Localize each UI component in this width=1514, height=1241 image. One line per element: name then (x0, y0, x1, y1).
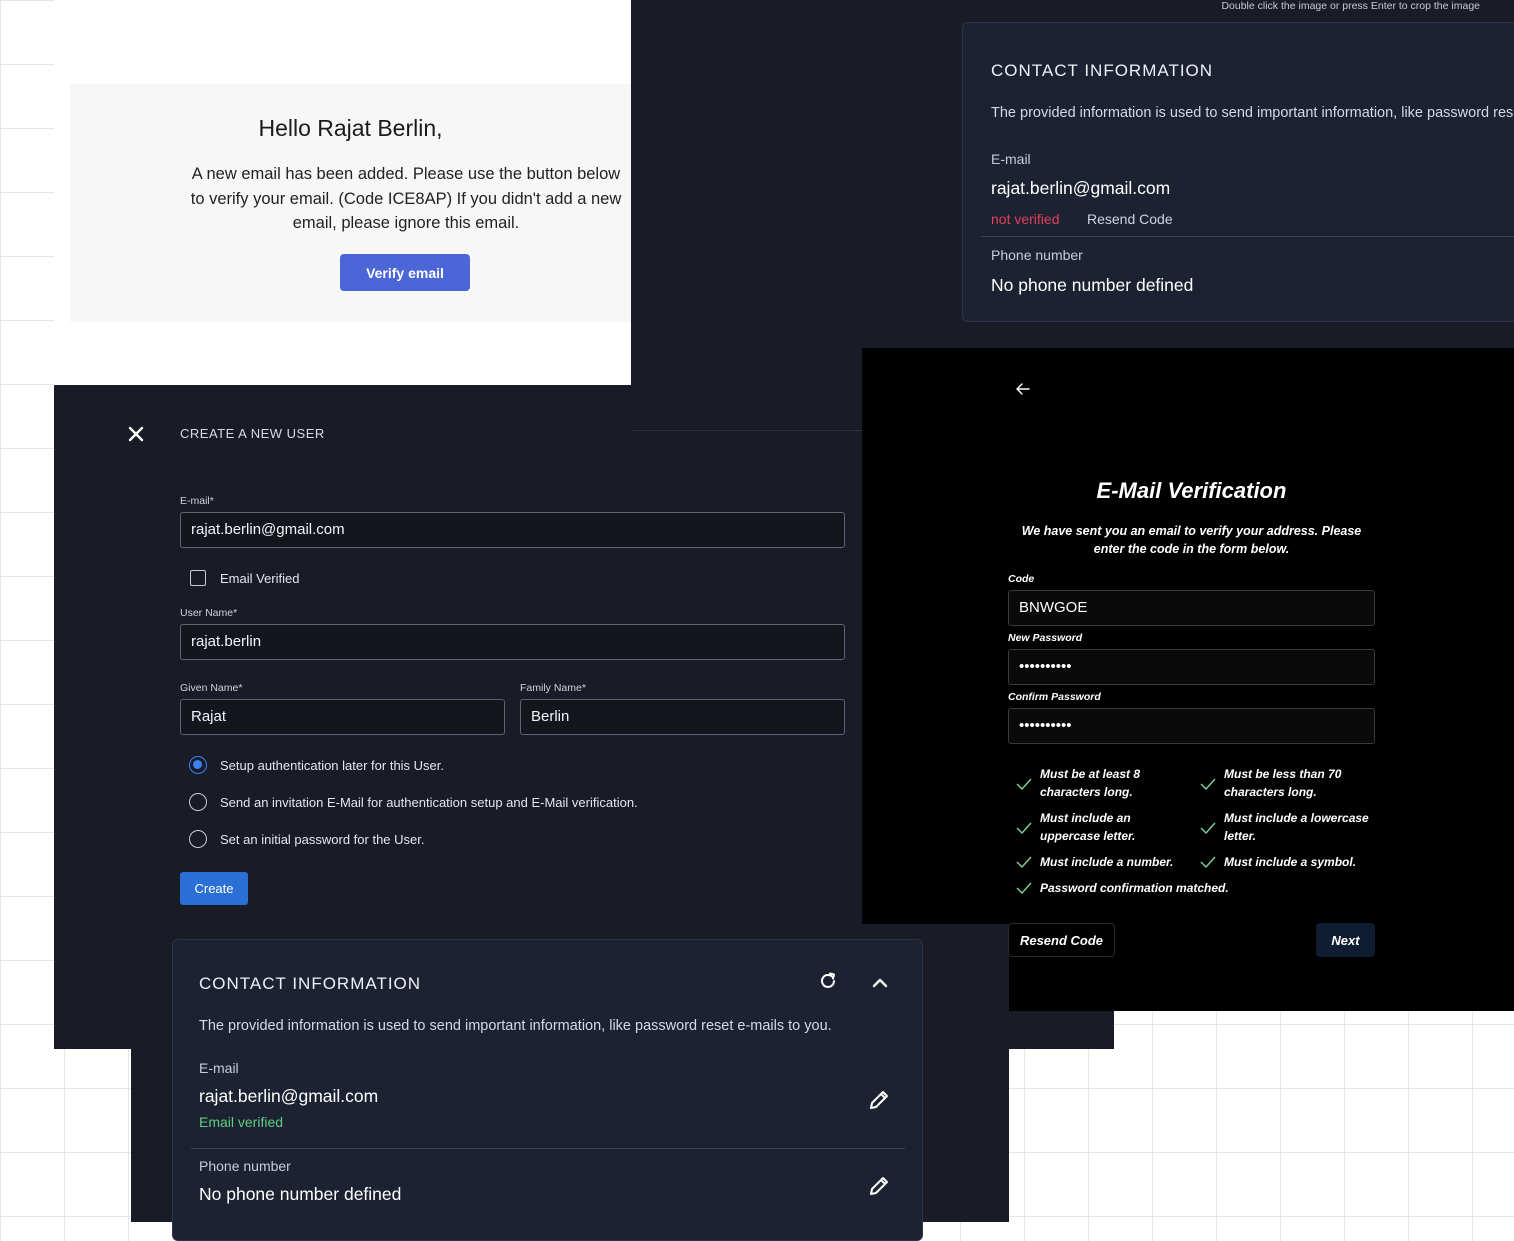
radio-setup-later-label: Setup authentication later for this User… (220, 758, 445, 773)
family-name-input[interactable]: Berlin (520, 699, 845, 735)
contact-title: CONTACT INFORMATION (991, 61, 1214, 80)
email-greeting: Hello Rajat Berlin, (258, 115, 443, 141)
email-verified-label: Email Verified (220, 571, 300, 586)
verification-description: We have sent you an email to verify your… (1021, 524, 1362, 556)
given-name-label: Given Name* (180, 682, 243, 694)
phone-value: No phone number defined (991, 275, 1194, 295)
email-label: E-mail (199, 1060, 239, 1076)
phone-label: Phone number (991, 247, 1083, 263)
check-icon (1016, 856, 1032, 868)
radio-initial-password-label: Set an initial password for the User. (220, 832, 425, 847)
next-button[interactable]: Next (1316, 923, 1375, 957)
crop-hint-text: Double click the image or press Enter to… (1221, 0, 1480, 12)
verify-email-button[interactable]: Verify email (340, 254, 470, 291)
check-icon (1200, 822, 1216, 834)
email-content: Hello Rajat Berlin, A new email has been… (70, 84, 631, 322)
confirm-password-label: Confirm Password (1008, 691, 1101, 703)
check-icon (1016, 882, 1032, 894)
dialog-title: CREATE A NEW USER (180, 426, 325, 441)
email-status-verified: Email verified (199, 1114, 284, 1130)
confirm-password-input[interactable]: •••••••••• (1008, 708, 1375, 744)
dialog-header-divider (631, 430, 863, 431)
email-value: rajat.berlin@gmail.com (199, 1086, 379, 1106)
requirement-confirmation: Password confirmation matched. (1040, 881, 1229, 895)
refresh-icon[interactable] (817, 970, 839, 992)
requirement-max-length: Must be less than 70 characters long. (1224, 767, 1342, 799)
pencil-icon[interactable] (867, 1174, 891, 1198)
code-input[interactable]: BNWGOE (1008, 590, 1375, 626)
requirement-uppercase: Must include an uppercase letter. (1040, 811, 1136, 843)
divider (981, 236, 1514, 237)
verification-title: E-Mail Verification (1096, 478, 1287, 503)
verification-email-card: Hello Rajat Berlin, A new email has been… (54, 0, 631, 385)
requirement-lowercase: Must include a lowercase letter. (1224, 811, 1369, 843)
radio-send-invitation[interactable] (189, 793, 207, 811)
email-label: E-mail* (180, 495, 214, 507)
chevron-up-icon[interactable] (869, 972, 891, 994)
check-icon (1200, 778, 1216, 790)
back-arrow-icon[interactable] (1014, 380, 1032, 398)
check-icon (1200, 856, 1216, 868)
requirement-number: Must include a number. (1040, 855, 1174, 869)
email-verified-checkbox[interactable] (190, 570, 206, 586)
pencil-icon[interactable] (867, 1088, 891, 1112)
email-status-not-verified: not verified (991, 211, 1060, 227)
check-icon (1016, 822, 1032, 834)
contact-information-card-bottom: CONTACT INFORMATION The provided informa… (172, 939, 923, 1241)
email-body-text: A new email has been added. Please use t… (190, 165, 622, 232)
resend-code-button[interactable]: Resend Code (1008, 923, 1115, 957)
contact-title: CONTACT INFORMATION (199, 974, 422, 993)
radio-setup-later[interactable] (189, 756, 207, 774)
divider (191, 1148, 905, 1149)
email-label: E-mail (991, 151, 1031, 167)
phone-value: No phone number defined (199, 1184, 402, 1204)
create-button[interactable]: Create (180, 872, 248, 905)
radio-initial-password[interactable] (189, 830, 207, 848)
requirement-symbol: Must include a symbol. (1224, 855, 1357, 869)
email-value: rajat.berlin@gmail.com (991, 178, 1171, 198)
username-input[interactable]: rajat.berlin (180, 624, 845, 660)
contact-description: The provided information is used to send… (199, 1018, 832, 1034)
requirement-min-length: Must be at least 8 characters long. (1040, 767, 1141, 799)
check-icon (1016, 778, 1032, 790)
phone-label: Phone number (199, 1158, 291, 1174)
contact-description: The provided information is used to send… (991, 105, 1514, 121)
email-input[interactable]: rajat.berlin@gmail.com (180, 512, 845, 548)
radio-send-invitation-label: Send an invitation E-Mail for authentica… (220, 795, 638, 810)
new-password-input[interactable]: •••••••••• (1008, 649, 1375, 685)
code-label: Code (1008, 573, 1035, 585)
given-name-input[interactable]: Rajat (180, 699, 505, 735)
new-password-label: New Password (1008, 632, 1083, 644)
close-icon[interactable] (126, 424, 146, 444)
resend-code-link[interactable]: Resend Code (1087, 211, 1173, 227)
contact-information-card-top: CONTACT INFORMATION The provided informa… (962, 22, 1514, 322)
family-name-label: Family Name* (520, 682, 586, 694)
username-label: User Name* (180, 607, 238, 619)
